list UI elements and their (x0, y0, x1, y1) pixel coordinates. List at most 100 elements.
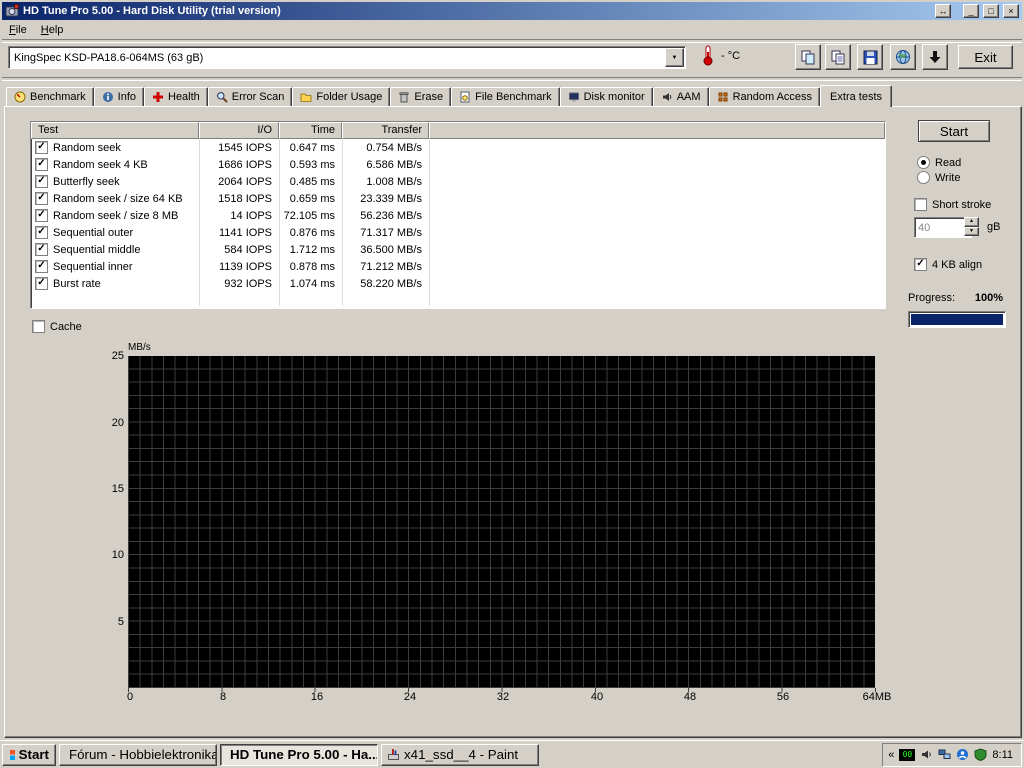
tab-error-scan[interactable]: Error Scan (207, 87, 293, 106)
progress-value: 100% (974, 292, 1003, 304)
tab-health[interactable]: Health (144, 87, 208, 106)
task-button-paint[interactable]: x41_ssd__4 - Paint (381, 743, 539, 766)
tab-aam[interactable]: AAM (652, 87, 709, 106)
x-tick-label: 8 (219, 691, 227, 703)
copy-screenshot-button[interactable] (795, 44, 821, 70)
file-benchmark-icon (460, 91, 470, 103)
globe-icon (896, 50, 910, 64)
io-value: 1545 IOPS (218, 141, 272, 154)
time-value: 0.878 ms (289, 260, 335, 273)
volume-icon[interactable] (920, 748, 933, 761)
test-name: Sequential inner (53, 260, 133, 273)
test-name: Sequential outer (53, 226, 134, 239)
maximize-button[interactable]: □ (983, 4, 999, 18)
chart-plot (128, 356, 875, 688)
tab-disk-monitor[interactable]: Disk monitor (559, 87, 653, 106)
row-checkbox[interactable]: ✓ (35, 175, 48, 188)
short-stroke-option: Short stroke (914, 198, 991, 211)
progress-fill (911, 314, 1003, 325)
start-menu-button[interactable]: Start (2, 743, 56, 766)
clock[interactable]: 8:11 (992, 749, 1013, 761)
time-value: 1.712 ms (289, 243, 335, 256)
tray-chevron[interactable]: « (888, 749, 894, 761)
io-value: 1141 IOPS (219, 226, 272, 239)
titlebar[interactable]: HD Tune Pro 5.00 - Hard Disk Utility (tr… (2, 2, 1022, 20)
row-checkbox[interactable]: ✓ (35, 277, 48, 290)
time-value: 0.647 ms (289, 141, 335, 154)
row-checkbox[interactable]: ✓ (35, 192, 48, 205)
test-name: Sequential middle (53, 243, 141, 256)
transfer-value: 36.500 MB/s (360, 243, 422, 256)
menu-help[interactable]: Help (34, 22, 71, 38)
tab-benchmark[interactable]: Benchmark (6, 87, 94, 106)
temperature-label: - °C (721, 50, 741, 62)
tab-random-access[interactable]: Random Access (708, 87, 821, 106)
x-tick-label: 24 (403, 691, 417, 703)
cache-label: Cache (50, 320, 82, 333)
drive-selector-text: KingSpec KSD-PA18.6-064MS (63 gB) (14, 51, 204, 64)
io-value: 14 IOPS (230, 209, 272, 222)
results-table-header: Test I/O Time Transfer (31, 122, 885, 139)
task-button-hdtune[interactable]: HD Tune Pro 5.00 - Ha... (220, 743, 378, 766)
row-checkbox[interactable]: ✓ (35, 243, 48, 256)
cpu-meter-tray-icon[interactable]: 00 (899, 748, 916, 761)
time-value: 0.593 ms (289, 158, 335, 171)
row-checkbox[interactable]: ✓ (35, 260, 48, 273)
align-checkbox[interactable]: ✓ (914, 258, 927, 271)
spin-down-button[interactable]: ▼ (964, 226, 979, 236)
copy-text-icon (831, 50, 844, 64)
close-button[interactable]: × (1003, 4, 1019, 18)
test-name: Random seek / size 64 KB (53, 192, 183, 205)
table-row: ✓ Sequential middle 584 IOPS 1.712 ms 36.… (31, 241, 885, 258)
tab-extra-tests[interactable]: Extra tests (820, 85, 893, 107)
row-checkbox[interactable]: ✓ (35, 209, 48, 222)
exit-button[interactable]: Exit (958, 45, 1013, 69)
dropdown-arrow-icon[interactable]: ▼ (665, 48, 684, 67)
download-button[interactable] (922, 44, 948, 70)
minimize-button[interactable]: _ (963, 4, 979, 18)
tab-erase[interactable]: Erase (390, 87, 452, 106)
network-icon[interactable] (938, 748, 951, 761)
table-row: ✓ Sequential outer 1141 IOPS 0.876 ms 71.… (31, 224, 885, 241)
x-tick-label: 64MB (862, 691, 892, 703)
antivirus-icon[interactable] (974, 748, 987, 761)
tab-info[interactable]: Info (93, 87, 144, 106)
web-button[interactable] (890, 44, 916, 70)
align-option: ✓ 4 KB align (914, 258, 982, 271)
trash-icon (399, 92, 409, 103)
row-checkbox[interactable]: ✓ (35, 226, 48, 239)
read-label: Read (935, 156, 962, 169)
copy-text-button[interactable] (825, 44, 851, 70)
x-tick-label: 56 (776, 691, 790, 703)
menu-file[interactable]: File (2, 22, 34, 38)
write-radio[interactable] (917, 171, 930, 184)
read-option: Read (917, 156, 961, 169)
short-stroke-checkbox[interactable] (914, 198, 927, 211)
thermometer-icon (702, 44, 714, 66)
spin-up-button[interactable]: ▲ (964, 217, 979, 227)
rollup-button[interactable]: ↔ (935, 4, 951, 18)
io-value: 584 IOPS (224, 243, 272, 256)
save-button[interactable] (857, 44, 883, 70)
results-table-body: ✓ Random seek 1545 IOPS 0.647 ms 0.754 MB… (31, 139, 885, 306)
x-tick-label: 48 (683, 691, 697, 703)
messenger-icon[interactable] (956, 748, 969, 761)
random-access-icon (718, 92, 728, 102)
row-checkbox[interactable]: ✓ (35, 141, 48, 154)
drive-selector[interactable]: KingSpec KSD-PA18.6-064MS (63 gB) ▼ (8, 46, 686, 69)
tab-folder-usage[interactable]: Folder Usage (292, 87, 391, 106)
toolbar-separator (2, 77, 1022, 81)
task-button-browser[interactable]: Fórum - Hobbielektronika... (59, 743, 217, 766)
col-transfer-header[interactable]: Transfer (342, 122, 429, 139)
cache-checkbox[interactable] (32, 320, 45, 333)
read-radio[interactable] (917, 156, 930, 169)
col-io-header[interactable]: I/O (199, 122, 279, 139)
down-arrow-icon (929, 51, 941, 63)
tab-file-benchmark[interactable]: File Benchmark (451, 87, 560, 106)
folder-icon (300, 93, 312, 102)
start-button[interactable]: Start (918, 120, 990, 142)
col-test-header[interactable]: Test (31, 122, 199, 139)
col-time-header[interactable]: Time (279, 122, 342, 139)
row-checkbox[interactable]: ✓ (35, 158, 48, 171)
magnifier-icon (216, 92, 228, 103)
